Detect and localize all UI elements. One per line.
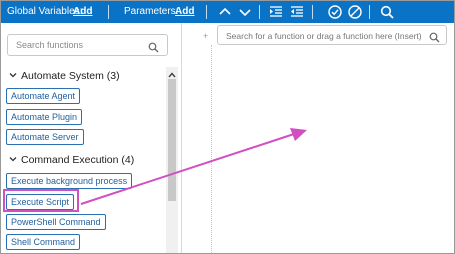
toolbar-separator	[108, 5, 109, 19]
outdent-icon[interactable]	[289, 4, 305, 20]
toolbar-separator	[312, 5, 313, 19]
chevron-down-icon	[9, 155, 17, 165]
function-item-execute-script[interactable]: Execute Script	[6, 194, 75, 210]
add-step-icon: +	[203, 31, 209, 41]
chevron-up-icon[interactable]	[217, 4, 233, 20]
function-item-automate-server[interactable]: Automate Server	[6, 129, 84, 145]
functions-panel: Automate System (3) Automate Agent Autom…	[1, 23, 181, 253]
toolbar-separator	[206, 5, 207, 19]
function-item-shell-command[interactable]: Shell Command	[6, 234, 81, 250]
step-search-box[interactable]	[217, 25, 447, 45]
function-item-execute-background-process[interactable]: Execute background process	[6, 173, 133, 189]
function-item-powershell-command[interactable]: PowerShell Command	[6, 214, 106, 230]
search-icon[interactable]	[148, 40, 159, 53]
parameters-label: Parameters:	[124, 6, 179, 17]
search-icon[interactable]	[379, 4, 395, 20]
group-title: Command Execution (4)	[21, 154, 135, 166]
scroll-up-icon[interactable]	[166, 67, 178, 78]
function-search-input[interactable]	[16, 38, 146, 52]
toolbar-separator	[369, 5, 370, 19]
group-command-execution[interactable]: Command Execution (4)	[9, 154, 134, 166]
disable-icon[interactable]	[347, 4, 363, 20]
function-item-automate-agent[interactable]: Automate Agent	[6, 88, 81, 104]
toolbar: Global Variables: Add Parameters: Add	[1, 1, 454, 23]
scroll-thumb[interactable]	[168, 79, 176, 201]
group-title: Automate System (3)	[21, 70, 120, 82]
add-global-variable-link[interactable]: Add	[73, 6, 92, 17]
function-search-box[interactable]	[7, 34, 168, 56]
step-search-input[interactable]	[226, 29, 426, 42]
toolbar-separator	[259, 5, 260, 19]
function-item-automate-plugin[interactable]: Automate Plugin	[6, 109, 83, 125]
panel-divider[interactable]	[181, 23, 182, 253]
designer-window: Global Variables: Add Parameters: Add Se…	[0, 0, 455, 254]
add-parameter-link[interactable]: Add	[175, 6, 194, 17]
enable-icon[interactable]	[327, 4, 343, 20]
group-automate-system[interactable]: Automate System (3)	[9, 70, 120, 82]
chevron-down-icon[interactable]	[237, 4, 253, 20]
chevron-down-icon	[9, 71, 17, 81]
indent-icon[interactable]	[268, 4, 284, 20]
search-icon[interactable]	[429, 30, 440, 43]
step-gutter	[211, 45, 212, 253]
global-variables-label: Global Variables:	[7, 6, 83, 17]
function-list-scrollbar[interactable]	[166, 67, 178, 253]
